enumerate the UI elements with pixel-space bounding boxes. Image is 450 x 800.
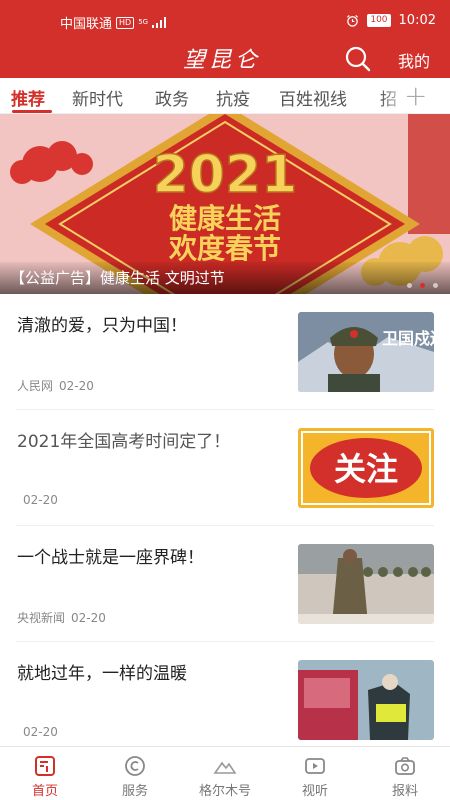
- banner-line2: 欢度春节: [168, 232, 281, 265]
- carrier-info: 中国联通 HD 5G: [60, 13, 167, 32]
- news-date: 02-20: [59, 379, 94, 393]
- news-title[interactable]: 2021年全国高考时间定了！: [17, 430, 282, 454]
- list-item[interactable]: 2021年全国高考时间定了！ 02-20 关注: [16, 410, 434, 526]
- battery-indicator: 100: [367, 14, 391, 27]
- nav-label: 格尔木号: [198, 784, 251, 799]
- camera-icon: [395, 757, 415, 775]
- nav-label: 首页: [31, 784, 58, 799]
- banner-carousel[interactable]: 2021 健康生活 欢度春节 【公益广告】健康生活 文明过节: [0, 114, 450, 294]
- mountain-icon: [213, 761, 237, 774]
- nav-label: 服务: [121, 784, 148, 799]
- app-bar: 望昆仑 我的: [0, 40, 450, 78]
- app-logo: 望昆仑: [183, 48, 262, 73]
- home-icon: [35, 756, 55, 776]
- news-date: 02-20: [71, 611, 106, 625]
- banner-year: 2021: [153, 145, 298, 205]
- top-bar: 中国联通 HD 5G 100 10:02 望昆仑 我的: [0, 0, 450, 78]
- news-date: 02-20: [23, 725, 58, 739]
- news-meta: 人民网 02-20: [17, 377, 94, 394]
- tab-government[interactable]: 政务: [155, 85, 189, 110]
- list-item[interactable]: 一个战士就是一座界碑！ 央视新闻 02-20: [16, 526, 434, 642]
- nav-label: 视听: [301, 784, 328, 799]
- nav-media[interactable]: 视听: [270, 747, 360, 800]
- tab-public-view[interactable]: 百姓视线: [279, 85, 347, 110]
- news-title[interactable]: 就地过年，一样的温暖: [17, 662, 282, 686]
- channel-tabs: 推荐 新时代 政务 抗疫 百姓视线 招 +: [0, 78, 450, 114]
- bottom-nav: 首页 服务 格尔木号 视听 报料: [0, 746, 450, 800]
- tab-recommend[interactable]: 推荐: [11, 85, 45, 110]
- nav-home[interactable]: 首页: [0, 747, 90, 800]
- news-title[interactable]: 一个战士就是一座界碑！: [17, 546, 282, 570]
- alarm-icon: [347, 14, 359, 27]
- news-source: 人民网: [17, 379, 54, 393]
- news-date: 02-20: [23, 493, 58, 507]
- hd-badge: HD: [116, 16, 135, 29]
- news-source: 央视新闻: [17, 611, 66, 625]
- thumb-caption: 卫国戍边: [382, 329, 434, 348]
- video-icon: [305, 758, 325, 774]
- search-icon[interactable]: [344, 45, 372, 73]
- status-right: 100 10:02: [346, 13, 436, 28]
- news-list: 清澈的爱，只为中国！ 人民网 02-20 卫国戍边 2021年全国高考时间定了！ …: [0, 294, 450, 758]
- service-icon: [125, 756, 145, 776]
- carousel-dots: [407, 283, 438, 288]
- banner-line1: 健康生活: [169, 202, 281, 235]
- carousel-dot-active[interactable]: [420, 283, 425, 288]
- news-title[interactable]: 清澈的爱，只为中国！: [17, 314, 282, 338]
- list-item[interactable]: 清澈的爱，只为中国！ 人民网 02-20 卫国戍边: [16, 294, 434, 410]
- news-meta: 02-20: [17, 493, 58, 507]
- nav-label: 报料: [391, 784, 418, 799]
- news-thumbnail[interactable]: [298, 660, 434, 740]
- nav-report[interactable]: 报料: [360, 747, 450, 800]
- active-tab-indicator: [12, 110, 52, 113]
- carrier-name: 中国联通: [60, 17, 113, 32]
- news-thumbnail[interactable]: 关注: [298, 428, 434, 508]
- nav-service[interactable]: 服务: [90, 747, 180, 800]
- carousel-dot[interactable]: [433, 283, 438, 288]
- banner-caption-bar: 【公益广告】健康生活 文明过节: [0, 262, 450, 294]
- banner-caption: 【公益广告】健康生活 文明过节: [10, 269, 225, 287]
- add-channel-button[interactable]: +: [404, 79, 427, 112]
- news-meta: 02-20: [17, 725, 58, 739]
- clock: 10:02: [398, 13, 436, 28]
- news-meta: 央视新闻 02-20: [17, 609, 106, 626]
- tab-anti-epidemic[interactable]: 抗疫: [216, 85, 250, 110]
- list-item[interactable]: 就地过年，一样的温暖 02-20: [16, 642, 434, 758]
- signal-label: 5G: [138, 18, 149, 26]
- nav-golmud[interactable]: 格尔木号: [180, 747, 270, 800]
- carousel-dot[interactable]: [407, 283, 412, 288]
- news-thumbnail[interactable]: 卫国戍边: [298, 312, 434, 392]
- tab-new-era[interactable]: 新时代: [72, 85, 123, 110]
- status-bar: 中国联通 HD 5G 100 10:02: [0, 0, 450, 40]
- signal-icon: [152, 17, 167, 28]
- thumb-caption: 关注: [334, 450, 398, 488]
- news-thumbnail[interactable]: [298, 544, 434, 624]
- mine-button[interactable]: 我的: [398, 48, 430, 72]
